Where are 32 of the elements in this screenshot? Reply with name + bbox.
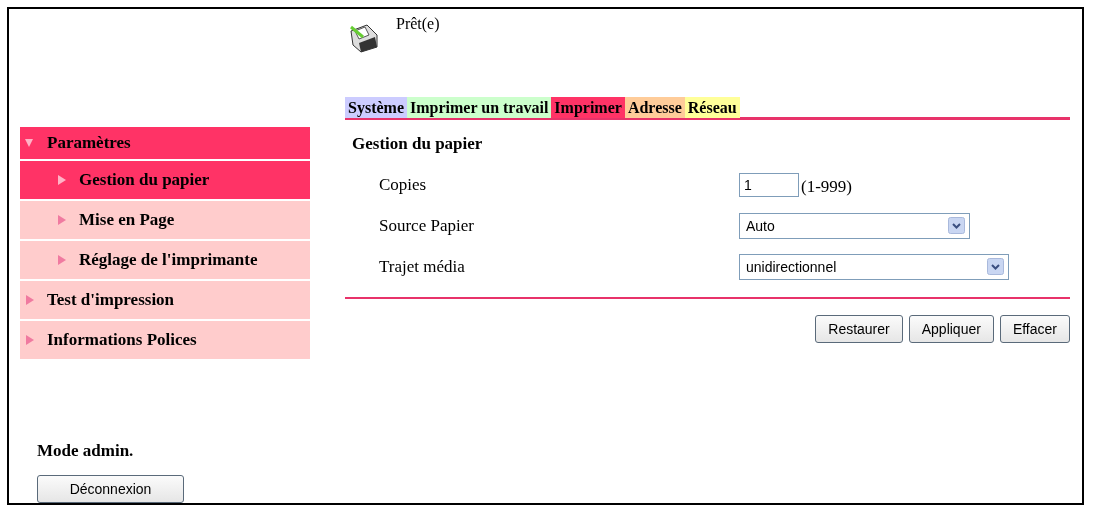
action-button[interactable]: Restaurer (815, 315, 903, 343)
caret-right-icon (56, 254, 67, 266)
caret-right-icon (24, 334, 35, 346)
tab[interactable]: Système (345, 97, 407, 118)
copies-field[interactable]: 1 (739, 172, 799, 197)
caret-right-icon (24, 294, 35, 306)
sidebar-item[interactable]: Informations Polices (20, 321, 310, 359)
admin-mode-label: Mode admin. (37, 441, 135, 461)
caret-right-icon (56, 214, 67, 226)
sidebar-item[interactable]: Test d'impression (20, 281, 310, 319)
dropdown[interactable]: Auto (739, 212, 970, 239)
action-button[interactable]: Appliquer (908, 315, 994, 343)
tab[interactable]: Réseau (684, 97, 740, 118)
field-label: Copies (378, 174, 428, 195)
action-button[interactable]: Effacer (999, 315, 1070, 343)
tab[interactable]: Adresse (624, 97, 685, 118)
status-text: Prêt(e) (396, 15, 440, 33)
range-hint: (1-999) (801, 176, 852, 197)
sidebar-item[interactable]: Mise en Page (20, 201, 310, 239)
caret-right-icon (56, 174, 67, 186)
sidebar-item[interactable]: Paramètres (20, 127, 310, 159)
logout-button[interactable]: Déconnexion (37, 475, 184, 503)
caret-down-icon (24, 137, 35, 149)
field-label: Trajet média (378, 256, 466, 277)
dropdown[interactable]: unidirectionnel (739, 253, 1009, 280)
tab[interactable]: Imprimer un travail (407, 97, 552, 118)
sidebar-item[interactable]: Gestion du papier (20, 161, 310, 199)
printer-icon (347, 21, 381, 53)
tab[interactable]: Imprimer (551, 97, 625, 118)
section-title: Gestion du papier (351, 134, 484, 155)
field-label: Source Papier (378, 215, 475, 236)
sidebar-item[interactable]: Réglage de l'imprimante (20, 241, 310, 279)
